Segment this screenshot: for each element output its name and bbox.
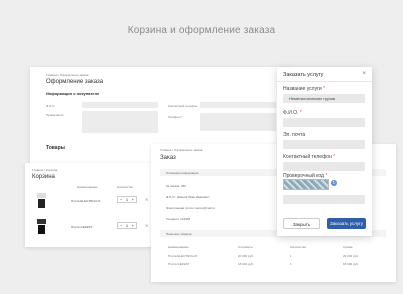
minus-icon[interactable]: − xyxy=(120,197,122,202)
remove-icon[interactable]: ✕ xyxy=(145,223,148,228)
order-phone: Телефон: 123456 xyxy=(166,217,191,221)
goods-title: Товары xyxy=(46,145,65,151)
buyer-section-title: Информация о покупателе xyxy=(46,91,100,96)
order-number: № заказа: 456 xyxy=(166,184,186,188)
order-fio: Ф.И.О.: Иванов Иван Иванович xyxy=(166,195,210,199)
phone-input[interactable] xyxy=(283,162,365,171)
breadcrumb[interactable]: Главная / Оформление заказа xyxy=(160,148,202,152)
product-name[interactable]: Плита ELECTROLUX xyxy=(71,199,100,203)
checkout-title: Оформление заказа xyxy=(46,79,104,85)
cart-title: Корзина xyxy=(32,174,55,180)
column-name: Наименование xyxy=(168,245,189,249)
product-image xyxy=(37,219,46,237)
qty-value: 1 xyxy=(125,197,129,202)
column-sum: Сумма xyxy=(343,245,353,249)
captcha-image xyxy=(283,179,329,190)
breadcrumb[interactable]: Главная / Корзина xyxy=(32,168,57,172)
row2-price: 18 000 руб. xyxy=(238,262,254,266)
order-email: Электронная почта: ivanov@mail.ru xyxy=(166,206,216,210)
phone2-label: Телефон * xyxy=(168,115,183,119)
fio-input[interactable] xyxy=(82,102,158,108)
breadcrumb[interactable]: Главная / Оформление заказа xyxy=(46,73,88,77)
row1-qty: 1 xyxy=(290,254,292,258)
phone-label: Контактный телефон xyxy=(168,104,198,108)
qty-value: 1 xyxy=(125,223,129,228)
submit-order-button[interactable]: Заказать услугу xyxy=(327,218,366,229)
product-name[interactable]: Плита GEFEST xyxy=(71,225,92,229)
plus-icon[interactable]: + xyxy=(132,197,134,202)
modal-header: Заказать услугу × xyxy=(277,67,372,82)
phone-label: Контактный телефон * xyxy=(283,154,336,160)
row1-price: 20 000 руб. xyxy=(238,254,254,258)
phone2-input[interactable] xyxy=(200,113,276,131)
row1-sum: 20 000 руб. xyxy=(343,254,359,258)
email-label: Эл. почта xyxy=(283,132,306,138)
column-qty: Количество xyxy=(290,245,307,249)
page-title: Корзина и оформление заказа xyxy=(127,25,276,36)
close-button[interactable]: Закрыть xyxy=(283,218,320,229)
order-service-modal: Заказать услугу × Название услуги * Неме… xyxy=(277,67,372,236)
order-title: Заказ xyxy=(160,155,176,161)
cart-item: Плита ELECTROLUX − 1 + ✕ xyxy=(33,191,158,215)
cart-item: Плита GEFEST − 1 + ✕ xyxy=(33,217,158,241)
row2-name: Плита GEFEST xyxy=(168,262,190,266)
column-qty: Количество xyxy=(117,185,134,189)
fio-label: Ф.И.О. xyxy=(46,104,56,108)
column-name: Наименование xyxy=(77,185,98,189)
phone-input[interactable] xyxy=(200,102,276,108)
service-label: Название услуги * xyxy=(283,86,326,92)
notes-label: Примечания xyxy=(46,113,64,117)
remove-icon[interactable]: ✕ xyxy=(145,197,148,202)
email-input[interactable] xyxy=(283,140,365,149)
product-image xyxy=(37,193,46,211)
service-input[interactable]: Неметаллических грузов xyxy=(283,94,365,103)
row2-qty: 1 xyxy=(290,262,292,266)
refresh-icon[interactable]: ↻ xyxy=(331,180,337,186)
quantity-stepper[interactable]: − 1 + xyxy=(117,196,137,203)
fio-label: Ф.И.О. * xyxy=(283,110,302,116)
row1-name: Плита ELECTROLUX xyxy=(168,254,198,258)
notes-textarea[interactable] xyxy=(82,111,158,133)
plus-icon[interactable]: + xyxy=(132,223,134,228)
minus-icon[interactable]: − xyxy=(120,223,122,228)
close-icon[interactable]: × xyxy=(362,71,366,77)
row2-sum: 18 000 руб. xyxy=(343,262,359,266)
column-price: Стоимость xyxy=(238,245,254,249)
fio-input[interactable] xyxy=(283,118,365,127)
cart-card: Главная / Корзина Корзина Наименование К… xyxy=(25,163,162,247)
quantity-stepper[interactable]: − 1 + xyxy=(117,222,137,229)
modal-title: Заказать услугу xyxy=(283,72,324,78)
captcha-input[interactable] xyxy=(283,195,365,204)
